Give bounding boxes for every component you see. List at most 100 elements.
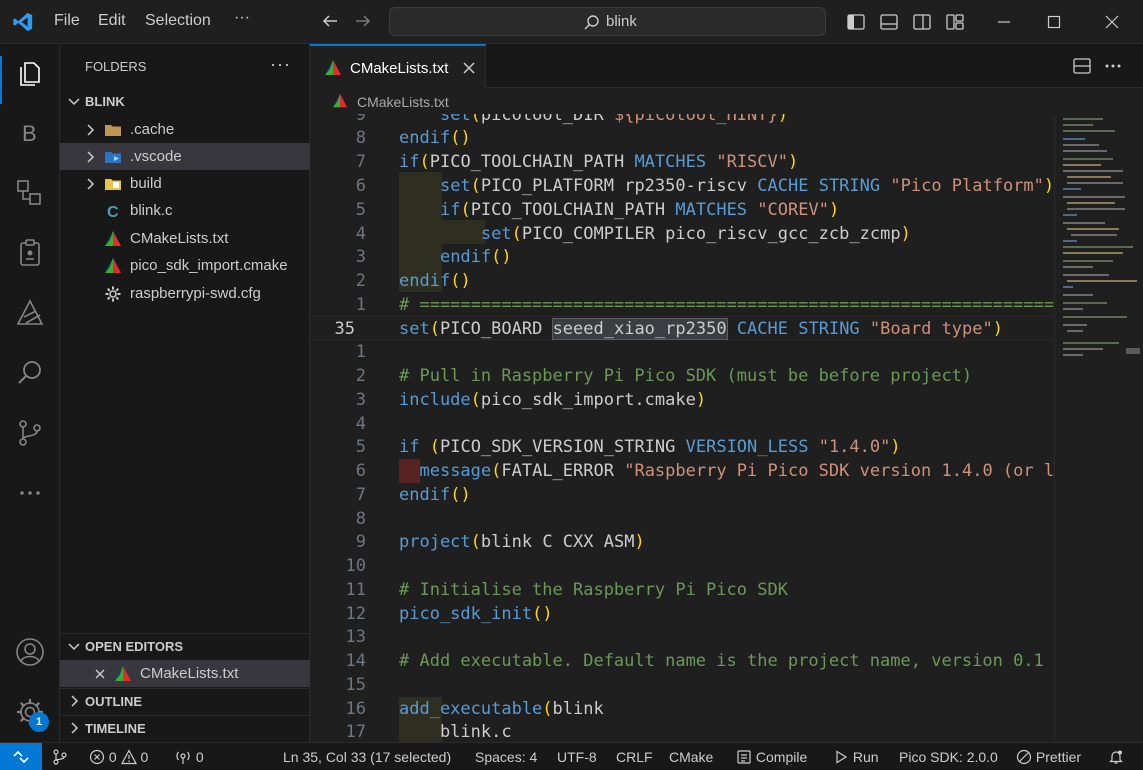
minimap-line (1063, 252, 1123, 254)
close-window-icon[interactable] (1100, 10, 1124, 34)
chevron-right-icon (87, 124, 95, 136)
split-editor-icon[interactable] (1072, 56, 1092, 76)
play-icon (836, 750, 848, 764)
menu-selection[interactable]: Selection (145, 12, 211, 30)
toggle-primary-sidebar-icon[interactable] (846, 12, 866, 32)
code-line: # Pull in Raspberry Pi Pico SDK (must be… (399, 366, 973, 386)
line-number: 14 (345, 651, 366, 671)
scrollbar-thumb[interactable] (1126, 348, 1140, 354)
folder-section-header[interactable]: BLINK (60, 89, 310, 115)
line-number: 2 (355, 366, 366, 386)
line-number: 8 (355, 509, 366, 529)
code-line: blink.c (399, 722, 512, 742)
customize-layout-icon[interactable] (945, 12, 965, 32)
back-arrow-icon[interactable] (320, 11, 340, 31)
open-editor-item[interactable]: CMakeLists.txt (60, 660, 310, 687)
pico-sdk-version[interactable]: Pico SDK: 2.0.0 (899, 749, 998, 765)
maximize-icon[interactable] (1042, 10, 1066, 34)
minimap-line (1063, 214, 1077, 216)
raspberry-pi-pico-icon[interactable] (14, 297, 46, 329)
tree-item-pico-sdk-import[interactable]: pico_sdk_import.cmake (60, 252, 310, 279)
outline-label: OUTLINE (85, 694, 143, 709)
minimap-line (1063, 150, 1107, 152)
line-number: 16 (345, 699, 366, 719)
line-number: 9 (355, 114, 366, 125)
close-editor-icon[interactable] (93, 667, 107, 681)
vscode-folder-icon (105, 152, 121, 163)
line-number: 13 (345, 627, 366, 647)
toggle-secondary-sidebar-icon[interactable] (912, 12, 932, 32)
minimap-line (1063, 354, 1083, 356)
menu-file[interactable]: File (54, 12, 80, 30)
sidebar-more-actions[interactable]: ··· (270, 54, 291, 75)
prettier-button[interactable]: Prettier (1016, 749, 1081, 765)
tree-item-blink-c[interactable]: C blink.c (60, 197, 310, 224)
source-control-icon[interactable] (14, 417, 46, 449)
outline-header[interactable]: OUTLINE (60, 689, 310, 715)
compile-button[interactable]: Compile (736, 749, 807, 765)
tree-item-vscode[interactable]: .vscode (60, 143, 310, 170)
code-line: set(PICO_PLATFORM rp2350-riscv CACHE STR… (439, 176, 1054, 196)
command-center-search[interactable]: blink (389, 7, 826, 36)
language-mode[interactable]: CMake (669, 749, 713, 765)
open-editors-header[interactable]: OPEN EDITORS (60, 634, 310, 660)
run-button[interactable]: Run (833, 749, 879, 765)
line-number: 11 (345, 580, 366, 600)
tree-item-label: pico_sdk_import.cmake (130, 257, 288, 274)
eol-setting[interactable]: CRLF (616, 749, 653, 765)
error-icon (89, 749, 105, 765)
more-views-icon[interactable] (14, 477, 46, 509)
title-bar: File Edit Selection ··· blink (0, 0, 1143, 44)
line-number: 7 (355, 485, 366, 505)
breadcrumb-file[interactable]: CMakeLists.txt (357, 94, 449, 110)
minimap-line (1063, 342, 1119, 344)
broadcast-icon (176, 751, 190, 764)
problems-indicator[interactable]: 0 0 (89, 749, 148, 765)
explorer-icon[interactable] (14, 56, 46, 88)
tree-item-build[interactable]: build (60, 170, 310, 197)
cursor-position[interactable]: Ln 35, Col 33 (17 selected) (283, 749, 451, 765)
tree-item-cmakelists[interactable]: CMakeLists.txt (60, 225, 310, 252)
cmake-icon (325, 60, 341, 75)
minimize-icon[interactable] (992, 10, 1016, 34)
line-number: 6 (355, 176, 366, 196)
more-actions-icon[interactable] (1103, 56, 1123, 76)
forward-arrow-icon[interactable] (353, 11, 373, 31)
clipboard-icon[interactable] (14, 237, 46, 269)
tree-item-raspberrypi-swd[interactable]: raspberrypi-swd.cfg (60, 280, 310, 307)
remote-explorer-icon[interactable] (14, 177, 46, 209)
chevron-down-icon (68, 98, 80, 106)
code-line: endif() (399, 271, 471, 291)
tree-item-label: blink.c (130, 202, 173, 219)
menu-edit[interactable]: Edit (98, 12, 126, 30)
notifications-bell-icon[interactable] (1108, 749, 1124, 765)
toggle-panel-icon[interactable] (879, 12, 899, 32)
line-number: 15 (345, 675, 366, 695)
open-editor-label: CMakeLists.txt (140, 665, 239, 682)
minimap-line (1063, 324, 1087, 326)
minimap[interactable] (1054, 114, 1143, 742)
encoding-setting[interactable]: UTF-8 (557, 749, 597, 765)
line-number: 1 (355, 342, 366, 362)
accounts-icon[interactable] (14, 636, 46, 668)
timeline-header[interactable]: TIMELINE (60, 716, 310, 742)
search-sidebar-icon[interactable] (14, 357, 46, 389)
close-tab-icon[interactable] (461, 60, 477, 76)
ports-indicator[interactable]: 0 (174, 749, 204, 765)
code-line: project(blink C CXX ASM) (399, 532, 645, 552)
menu-more[interactable]: ··· (234, 9, 250, 27)
tree-item-cache[interactable]: .cache (60, 116, 310, 143)
b-extension-icon[interactable]: B (14, 117, 46, 149)
minimap-line (1067, 280, 1137, 282)
activity-bar: B 1 (0, 44, 60, 742)
tab-cmakelists[interactable]: CMakeLists.txt (310, 44, 486, 88)
minimap-line (1063, 294, 1093, 296)
remote-indicator[interactable] (0, 743, 42, 770)
indentation-setting[interactable]: Spaces: 4 (475, 749, 537, 765)
minimap-line (1067, 176, 1111, 178)
breadcrumb: CMakeLists.txt (310, 88, 1143, 114)
folder-icon (105, 125, 121, 136)
source-control-branch-icon[interactable] (52, 749, 68, 765)
minimap-line (1063, 164, 1101, 166)
code-editor[interactable]: 9 8 7 6 5 4 3 2 1 35 1 2 3 4 5 6 7 8 9 1… (310, 114, 1054, 742)
